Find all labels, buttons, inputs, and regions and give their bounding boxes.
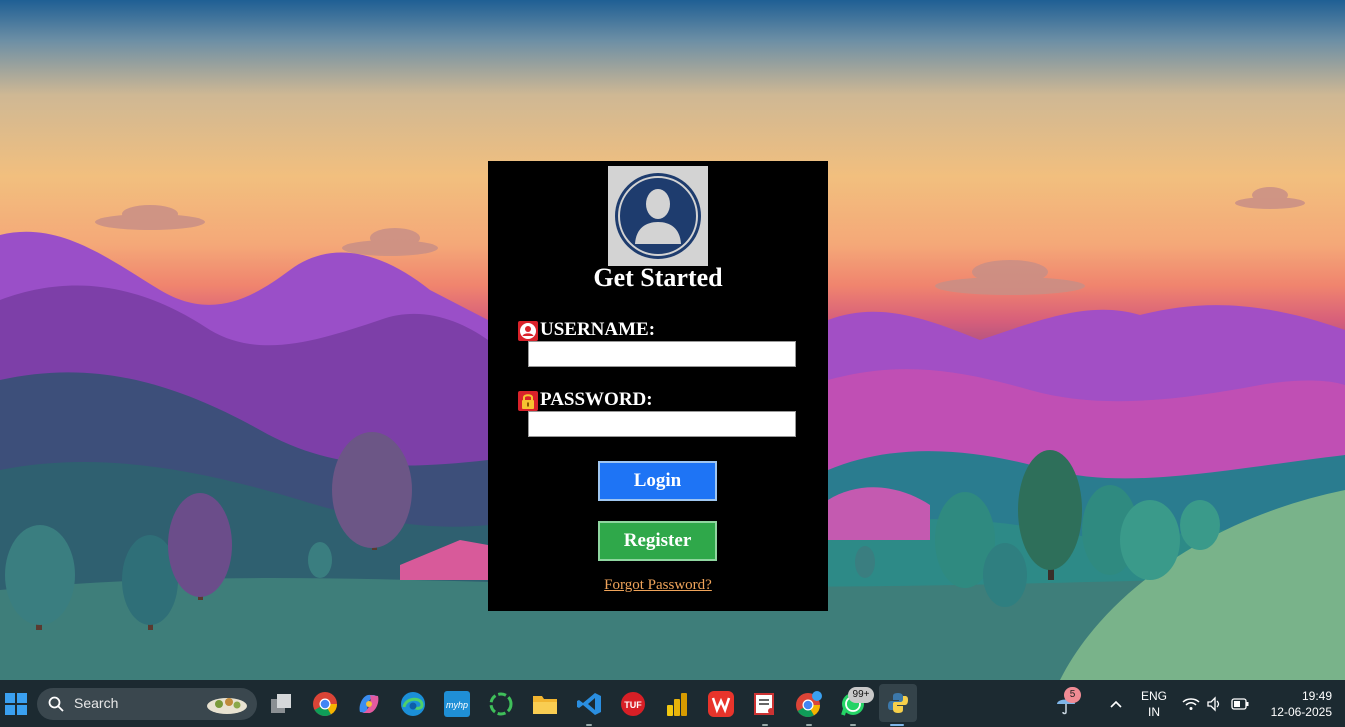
refresh-app-icon[interactable] [485,688,517,720]
windows-start-icon[interactable] [0,688,32,720]
chrome-profile-icon[interactable] [793,688,825,720]
whatsapp-badge: 99+ [848,687,874,703]
language-indicator[interactable]: ENG IN [1136,689,1172,719]
weather-badge: 5 [1064,687,1081,703]
taskbar: Search myhp TUF 99+ 5 ENG IN 19:49 12-06… [0,680,1345,727]
file-explorer-icon[interactable] [529,688,561,720]
search-icon [48,696,64,712]
password-input[interactable] [528,411,796,437]
task-view-icon[interactable] [265,688,297,720]
svg-text:myhp: myhp [446,700,468,710]
power-bi-icon[interactable] [661,688,693,720]
login-button[interactable]: Login [598,461,717,501]
chrome-icon[interactable] [309,688,341,720]
user-icon [518,321,538,341]
password-label: PASSWORD: [540,389,653,410]
clock[interactable]: 19:49 12-06-2025 [1260,689,1332,719]
whatsapp-running-indicator [850,724,856,726]
tuf-icon[interactable]: TUF [617,688,649,720]
register-button[interactable]: Register [598,521,717,561]
username-label: USERNAME: [540,319,656,340]
region-code: IN [1148,705,1160,719]
chevron-up-icon[interactable] [1100,688,1132,720]
login-panel: Get Started USERNAME: PASSWORD: Login Re… [488,161,828,611]
volume-icon[interactable] [1206,696,1222,712]
date-text: 12-06-2025 [1270,705,1332,719]
vscode-running-indicator [586,724,592,726]
avatar [608,166,708,266]
search-box[interactable]: Search [37,688,257,720]
search-label: Search [74,695,119,711]
snipping-running-indicator [762,724,768,726]
username-input[interactable] [528,341,796,367]
page-title: Get Started [593,263,723,292]
python-icon[interactable] [879,684,917,722]
battery-icon[interactable] [1231,698,1249,710]
forgot-password-link[interactable]: Forgot Password? [488,577,828,594]
vscode-icon[interactable] [573,688,605,720]
wifi-icon[interactable] [1182,697,1200,711]
wps-office-icon[interactable] [705,688,737,720]
time-text: 19:49 [1301,689,1332,703]
snipping-tool-icon[interactable] [749,688,781,720]
edge-icon[interactable] [397,688,429,720]
chrome-running-indicator [806,724,812,726]
myhp-icon[interactable]: myhp [441,688,473,720]
language-code: ENG [1140,689,1167,703]
search-highlight-icon [207,698,247,714]
svg-text:TUF: TUF [624,700,642,710]
user-avatar-icon [615,173,701,259]
copilot-icon[interactable] [353,688,385,720]
python-active-indicator [890,724,904,726]
lock-icon [518,391,538,411]
